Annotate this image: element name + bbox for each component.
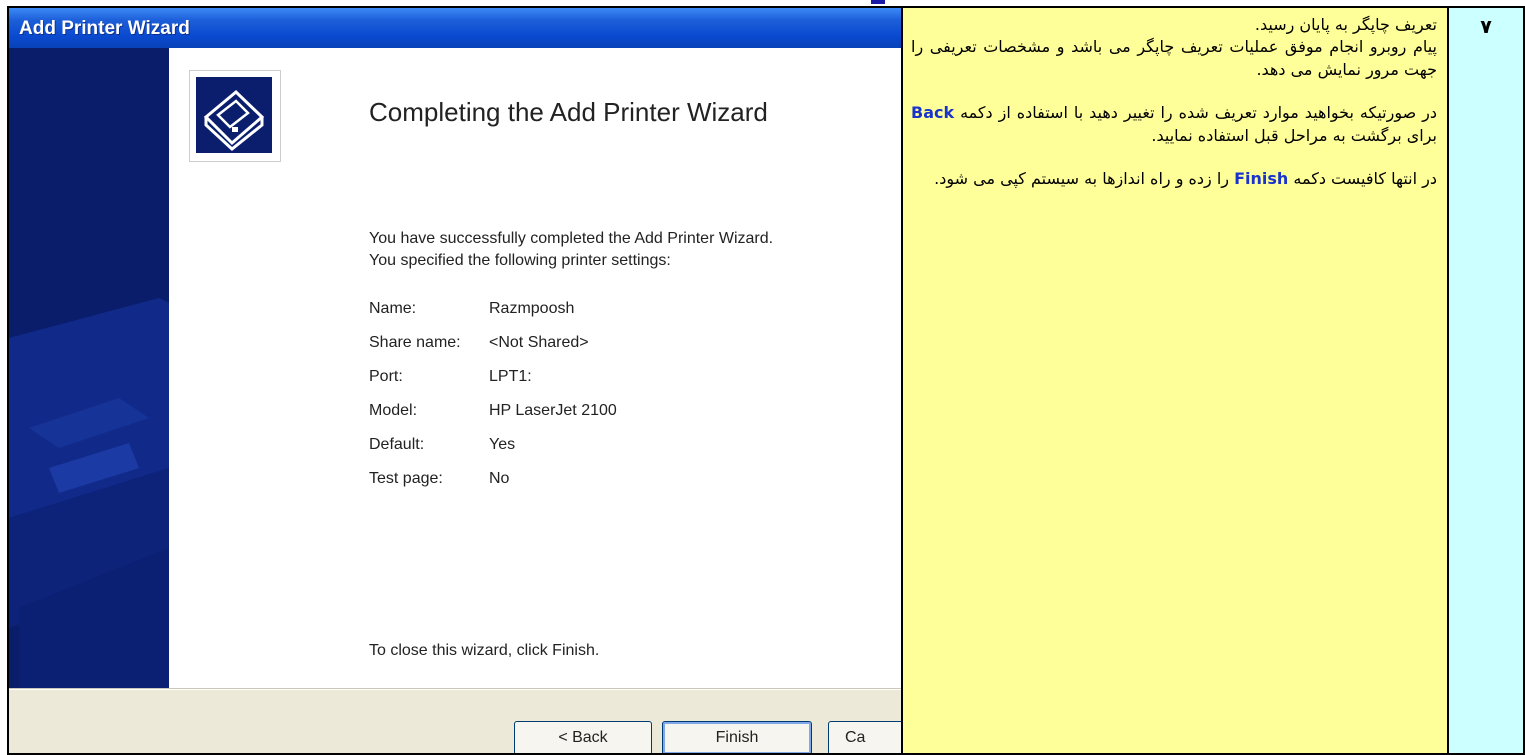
desc-line1: تعریف چاپگر به پایان رسید.	[1254, 15, 1437, 34]
wizard-closing-text: To close this wizard, click Finish.	[369, 642, 600, 659]
cancel-button[interactable]: Ca	[828, 721, 901, 753]
setting-value-testpage: No	[489, 470, 510, 487]
description-cell: تعریف چاپگر به پایان رسید. پیام روبرو ان…	[903, 6, 1449, 755]
setting-label-name: Name:	[369, 300, 417, 317]
header-accent	[871, 0, 885, 4]
setting-label-default: Default:	[369, 436, 425, 453]
wizard-intro-line1: You have successfully completed the Add …	[369, 230, 774, 247]
wizard-screenshot-cell: Add Printer Wizard Completing the Add Pr…	[7, 6, 903, 755]
desc-back-keyword: Back	[911, 103, 955, 123]
desc-finish-before: در انتها کافیست دکمه	[1293, 169, 1437, 189]
finish-button[interactable]: Finish	[662, 721, 812, 753]
setting-label-model: Model:	[369, 402, 418, 419]
step-number: ۷	[1480, 16, 1492, 38]
back-button[interactable]: < Back	[514, 721, 652, 753]
desc-back-after: برای برگشت به مراحل قبل استفاده نمایید.	[1151, 125, 1437, 145]
desc-finish-keyword: Finish	[1234, 169, 1289, 189]
wizard-intro-line2: You specified the following printer sett…	[369, 252, 671, 269]
setting-value-share: <Not Shared>	[489, 334, 589, 351]
wizard-button-bar: < Back Finish Ca	[9, 688, 901, 753]
setting-value-port: LPT1:	[489, 368, 532, 385]
wizard-heading: Completing the Add Printer Wizard	[369, 97, 768, 127]
printer-icon-frame	[189, 70, 281, 162]
printer-watermark-icon	[9, 48, 169, 688]
setting-value-model: HP LaserJet 2100	[489, 402, 617, 419]
setting-value-default: Yes	[489, 436, 516, 453]
description-text: تعریف چاپگر به پایان رسید. پیام روبرو ان…	[903, 8, 1447, 190]
desc-line2: پیام روبرو انجام موفق عملیات تعریف چاپگر…	[911, 37, 1437, 79]
setting-label-testpage: Test page:	[369, 470, 443, 487]
step-number-cell: ۷	[1449, 6, 1525, 755]
setting-label-share: Share name:	[369, 334, 461, 351]
desc-finish-after: را زده و راه اندازها به سیستم کپی می شود…	[934, 169, 1229, 189]
printer-icon	[203, 89, 265, 151]
setting-value-name: Razmpoosh	[489, 300, 575, 317]
wizard-title: Add Printer Wizard	[19, 18, 190, 39]
desc-back-before: در صورتیکه بخواهید موارد تعریف شده را تغ…	[960, 103, 1437, 123]
wizard-title-bar: Add Printer Wizard	[9, 8, 901, 48]
wizard-side-panel	[9, 48, 169, 688]
button-bar-divider	[9, 689, 901, 690]
setting-label-port: Port:	[369, 368, 403, 385]
